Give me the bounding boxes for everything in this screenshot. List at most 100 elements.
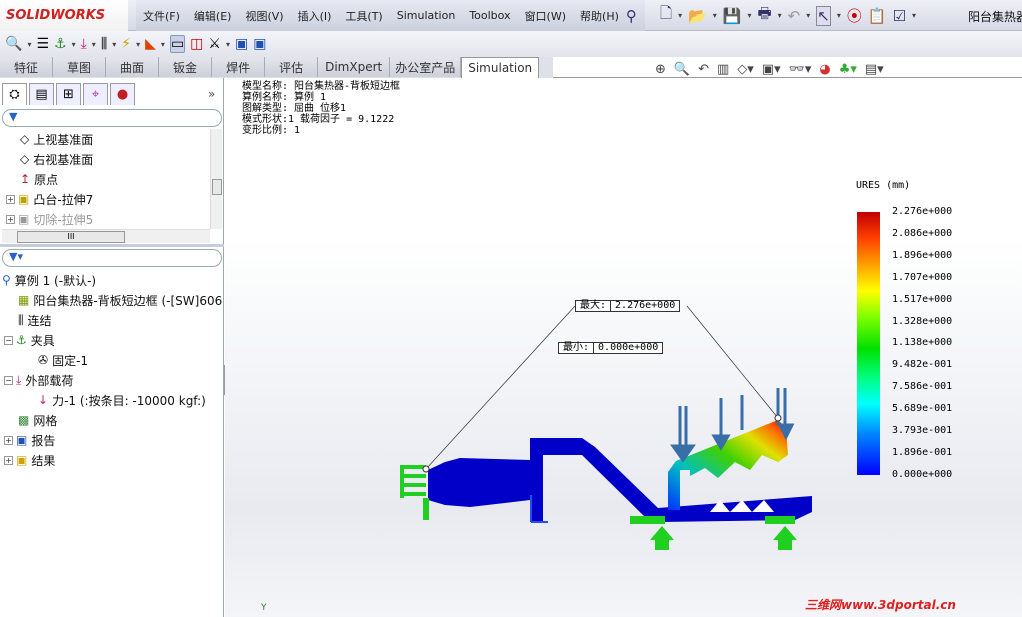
open-folder-icon[interactable]: 📂: [688, 7, 707, 25]
options-dropdown[interactable]: ▾: [912, 11, 916, 20]
menu-help[interactable]: 帮助(H): [573, 8, 626, 24]
feature-tree-vscrollbar[interactable]: [210, 129, 222, 229]
external-loads-icon[interactable]: ⤓: [81, 36, 87, 52]
hide-show-icon[interactable]: 👓▾: [789, 62, 812, 77]
save-icon[interactable]: 💾: [723, 7, 742, 25]
new-dropdown[interactable]: ▾: [678, 11, 682, 20]
new-document-icon[interactable]: 🗋: [660, 3, 672, 28]
run-icon[interactable]: ⚡: [121, 36, 131, 52]
tab-office-products[interactable]: 办公室产品: [390, 57, 462, 77]
file-properties-icon[interactable]: 📋: [868, 7, 887, 25]
menu-simulation[interactable]: Simulation: [390, 9, 463, 22]
report-icon[interactable]: ▣: [235, 36, 248, 52]
tab-evaluate[interactable]: 评估: [265, 57, 319, 77]
hscroll-thumb[interactable]: III: [17, 231, 125, 243]
scene-icon[interactable]: ♣▾: [839, 62, 857, 77]
min-callout[interactable]: 最小: 0.000e+000: [558, 342, 664, 354]
view-orientation-icon[interactable]: ◇▾: [737, 62, 754, 77]
deformed-result-icon[interactable]: ▭: [169, 35, 186, 53]
include-image-icon[interactable]: ▣: [253, 36, 266, 52]
tab-dimxpert[interactable]: DimXpert: [318, 57, 391, 77]
panel-splitter[interactable]: [0, 244, 224, 247]
tab-sheet-metal[interactable]: 钣金: [159, 57, 213, 77]
connections-dropdown[interactable]: ▾: [112, 40, 116, 49]
tree-item-origin[interactable]: ↥ 原点: [6, 169, 210, 189]
tree-item-top-plane[interactable]: ◇ 上视基准面: [6, 129, 210, 149]
print-dropdown[interactable]: ▾: [778, 11, 782, 20]
tab-weldments[interactable]: 焊件: [212, 57, 266, 77]
graphics-area[interactable]: 模型名称: 阳台集热器-背板短边框 算例名称: 算例 1 图解类型: 屈曲 位移…: [225, 78, 1022, 617]
configuration-manager-tab-icon[interactable]: ⊞: [56, 83, 81, 105]
print-icon[interactable]: 🖶: [757, 3, 771, 28]
fixtures-icon[interactable]: ⚓: [54, 36, 67, 52]
dimxpert-manager-tab-icon[interactable]: ⌖: [83, 83, 108, 105]
select-dropdown[interactable]: ▾: [837, 11, 841, 20]
study-dropdown[interactable]: ▾: [27, 40, 31, 49]
pin-icon[interactable]: ⚲: [626, 7, 637, 25]
menu-window[interactable]: 窗口(W): [518, 8, 573, 24]
appearance-icon[interactable]: ◕: [819, 62, 830, 77]
study-advisor-icon[interactable]: 🔍: [5, 36, 22, 52]
design-check-icon[interactable]: ⚔: [208, 36, 221, 52]
menu-view[interactable]: 视图(V): [238, 8, 290, 24]
tree-item-external-loads[interactable]: − ⤓ 外部载荷: [2, 370, 224, 390]
display-manager-tab-icon[interactable]: ●: [110, 83, 135, 105]
tab-sketch[interactable]: 草图: [53, 57, 107, 77]
undo-dropdown[interactable]: ▾: [806, 11, 810, 20]
max-callout[interactable]: 最大: 2.276e+000: [575, 300, 681, 312]
design-dropdown[interactable]: ▾: [226, 40, 230, 49]
zoom-to-area-icon[interactable]: 🔍: [674, 62, 690, 77]
feature-manager-tab-icon[interactable]: ⛭: [2, 83, 27, 105]
menu-tools[interactable]: 工具(T): [338, 8, 389, 24]
expand-icon[interactable]: +: [4, 455, 13, 465]
save-dropdown[interactable]: ▾: [747, 11, 751, 20]
connections-icon[interactable]: ⫼: [101, 36, 107, 52]
previous-view-icon[interactable]: ↶: [698, 62, 709, 77]
tree-item-study[interactable]: ⚲ 算例 1 (-默认-): [2, 270, 224, 290]
tree-item-results[interactable]: + ▣ 结果: [2, 450, 224, 470]
tree-item-fixed-1[interactable]: ✇ 固定-1: [2, 350, 224, 370]
menu-file[interactable]: 文件(F): [136, 8, 187, 24]
menu-edit[interactable]: 编辑(E): [187, 8, 239, 24]
expand-icon[interactable]: +: [6, 214, 15, 224]
feature-tree-hscrollbar[interactable]: III: [2, 229, 210, 243]
fixtures-dropdown[interactable]: ▾: [72, 40, 76, 49]
open-dropdown[interactable]: ▾: [713, 11, 717, 20]
options-icon[interactable]: ☑: [893, 7, 906, 25]
tree-item-cut-extrude5[interactable]: + ▣ 切除-拉伸5: [6, 209, 210, 229]
expand-icon[interactable]: +: [4, 435, 13, 445]
display-style-icon[interactable]: ▣▾: [762, 62, 781, 77]
section-view-icon[interactable]: ▥: [717, 62, 729, 77]
solidworks-logo[interactable]: SOLIDWORKS: [0, 0, 128, 31]
expand-icon[interactable]: +: [6, 194, 15, 204]
apply-material-icon[interactable]: ☰: [36, 36, 49, 52]
run-dropdown[interactable]: ▾: [136, 40, 140, 49]
legend-color-bar[interactable]: [857, 212, 880, 475]
property-manager-tab-icon[interactable]: ▤: [29, 83, 54, 105]
loads-dropdown[interactable]: ▾: [92, 40, 96, 49]
tree-item-mesh[interactable]: ▩ 网格: [2, 410, 224, 430]
expand-tabs-icon[interactable]: »: [208, 87, 215, 101]
collapse-icon[interactable]: −: [4, 375, 13, 385]
tree-item-force-1[interactable]: ↓ 力-1 (:按条目: -10000 kgf:): [2, 390, 224, 410]
collapse-icon[interactable]: −: [4, 335, 13, 345]
tree-item-right-plane[interactable]: ◇ 右视基准面: [6, 149, 210, 169]
compare-results-icon[interactable]: ◫: [190, 36, 203, 52]
zoom-to-fit-icon[interactable]: ⊕: [655, 62, 666, 77]
menu-insert[interactable]: 插入(I): [291, 8, 339, 24]
feature-filter-input[interactable]: ▼: [2, 109, 222, 127]
simulation-filter-input[interactable]: ▼▾: [2, 249, 222, 267]
tree-item-report[interactable]: + ▣ 报告: [2, 430, 224, 450]
select-cursor-icon[interactable]: ↖: [816, 5, 831, 26]
results-advisor-icon[interactable]: ◣: [145, 36, 156, 52]
undo-icon[interactable]: ↶: [788, 7, 801, 25]
menu-toolbox[interactable]: Toolbox: [462, 9, 517, 22]
tab-surfaces[interactable]: 曲面: [106, 57, 160, 77]
tree-item-fixtures[interactable]: − ⚓ 夹具: [2, 330, 224, 350]
tree-item-connections[interactable]: ⫼ 连结: [2, 310, 224, 330]
tree-item-boss-extrude7[interactable]: + ▣ 凸台-拉伸7: [6, 189, 210, 209]
rebuild-traffic-light-icon[interactable]: ⦿: [847, 5, 862, 26]
results-dropdown[interactable]: ▾: [161, 40, 165, 49]
view-settings-icon[interactable]: ▤▾: [865, 62, 884, 77]
tab-features[interactable]: 特征: [0, 57, 54, 77]
